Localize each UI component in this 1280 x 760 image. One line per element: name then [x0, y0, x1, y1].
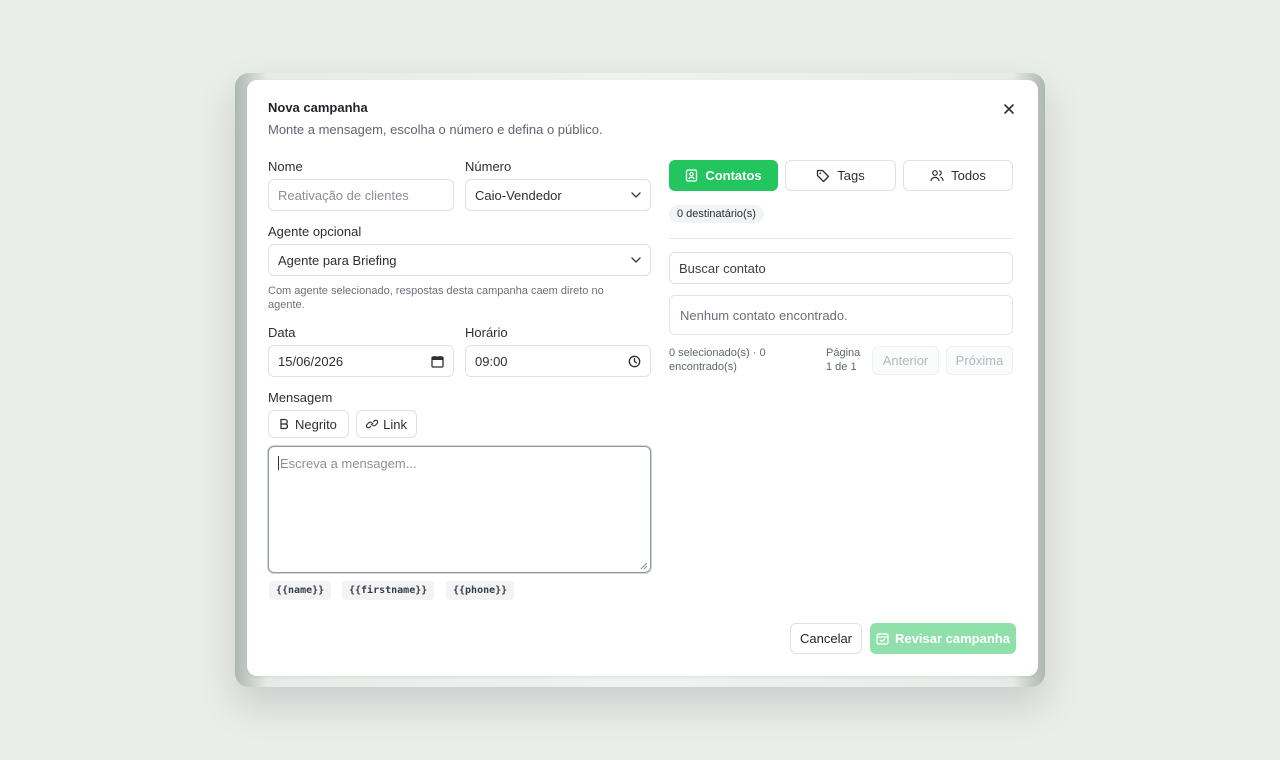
agent-select-value: Agente para Briefing [278, 252, 397, 268]
message-placeholder: Escreva a mensagem... [280, 456, 417, 471]
chevron-down-icon [631, 192, 641, 198]
text-caret [278, 456, 279, 470]
recipients-badge: 0 destinatário(s) [669, 205, 764, 223]
previous-page-button[interactable]: Anterior [872, 346, 939, 375]
name-input[interactable]: Reativação de clientes [268, 179, 454, 211]
message-textarea[interactable]: Escreva a mensagem... [268, 446, 651, 573]
divider [669, 238, 1013, 239]
variable-chip-firstname[interactable]: {{firstname}} [342, 581, 435, 600]
tab-all[interactable]: Todos [903, 160, 1013, 191]
close-icon [1004, 104, 1014, 114]
agent-select[interactable]: Agente para Briefing [268, 244, 651, 276]
calendar-check-icon [876, 633, 889, 645]
number-select[interactable]: Caio-Vendedor [465, 179, 651, 211]
next-page-label: Próxima [955, 353, 1004, 368]
tab-tags-label: Tags [837, 168, 865, 183]
agent-hint: Com agente selecionado, respostas desta … [268, 285, 604, 311]
number-select-value: Caio-Vendedor [475, 187, 562, 203]
time-label: Horário [465, 325, 508, 340]
name-label: Nome [268, 159, 303, 174]
review-campaign-label: Revisar campanha [895, 631, 1010, 646]
dialog-subtitle: Monte a mensagem, escolha o número e def… [268, 122, 603, 137]
tab-contacts-label: Contatos [705, 168, 762, 183]
date-input[interactable]: 15/06/2026 [268, 345, 454, 377]
contact-search-input[interactable]: Buscar contato [669, 252, 1013, 284]
agent-label: Agente opcional [268, 224, 362, 239]
tab-contacts[interactable]: Contatos [669, 160, 778, 191]
time-input[interactable]: 09:00 [465, 345, 651, 377]
time-input-value: 09:00 [475, 353, 508, 369]
variable-chip-phone[interactable]: {{phone}} [446, 581, 515, 600]
review-campaign-button[interactable]: Revisar campanha [870, 623, 1016, 654]
number-label: Número [465, 159, 512, 174]
date-label: Data [268, 325, 296, 340]
cancel-button[interactable]: Cancelar [790, 623, 862, 654]
link-button-label: Link [383, 416, 407, 432]
previous-page-label: Anterior [882, 353, 929, 368]
bold-button[interactable]: Negrito [268, 410, 349, 438]
contact-search-placeholder: Buscar contato [679, 260, 766, 276]
resize-grip-icon[interactable] [640, 562, 648, 570]
tab-tags[interactable]: Tags [785, 160, 896, 191]
chevron-down-icon [631, 257, 641, 263]
tag-icon [817, 169, 830, 182]
calendar-icon[interactable] [431, 355, 444, 368]
dialog-title: Nova campanha [268, 100, 368, 115]
empty-state-text: Nenhum contato encontrado. [680, 307, 848, 323]
bold-icon [280, 418, 288, 430]
users-icon [930, 170, 944, 182]
contacts-empty-state: Nenhum contato encontrado. [669, 295, 1013, 335]
contact-book-icon [686, 169, 698, 182]
message-label: Mensagem [268, 390, 333, 405]
tab-all-label: Todos [951, 168, 986, 183]
link-button[interactable]: Link [356, 410, 417, 438]
cancel-button-label: Cancelar [799, 631, 853, 646]
name-input-placeholder: Reativação de clientes [278, 187, 409, 203]
close-button[interactable] [998, 98, 1020, 120]
next-page-button[interactable]: Próxima [946, 346, 1013, 375]
bold-button-label: Negrito [295, 416, 337, 432]
date-input-value: 15/06/2026 [278, 353, 344, 369]
link-icon [366, 419, 379, 429]
selection-summary: 0 selecionado(s) · 0 encontrado(s) [669, 347, 766, 373]
page-info: Página 1 de 1 [826, 347, 861, 373]
clock-icon[interactable] [628, 355, 641, 368]
variable-chip-name[interactable]: {{name}} [269, 581, 332, 600]
